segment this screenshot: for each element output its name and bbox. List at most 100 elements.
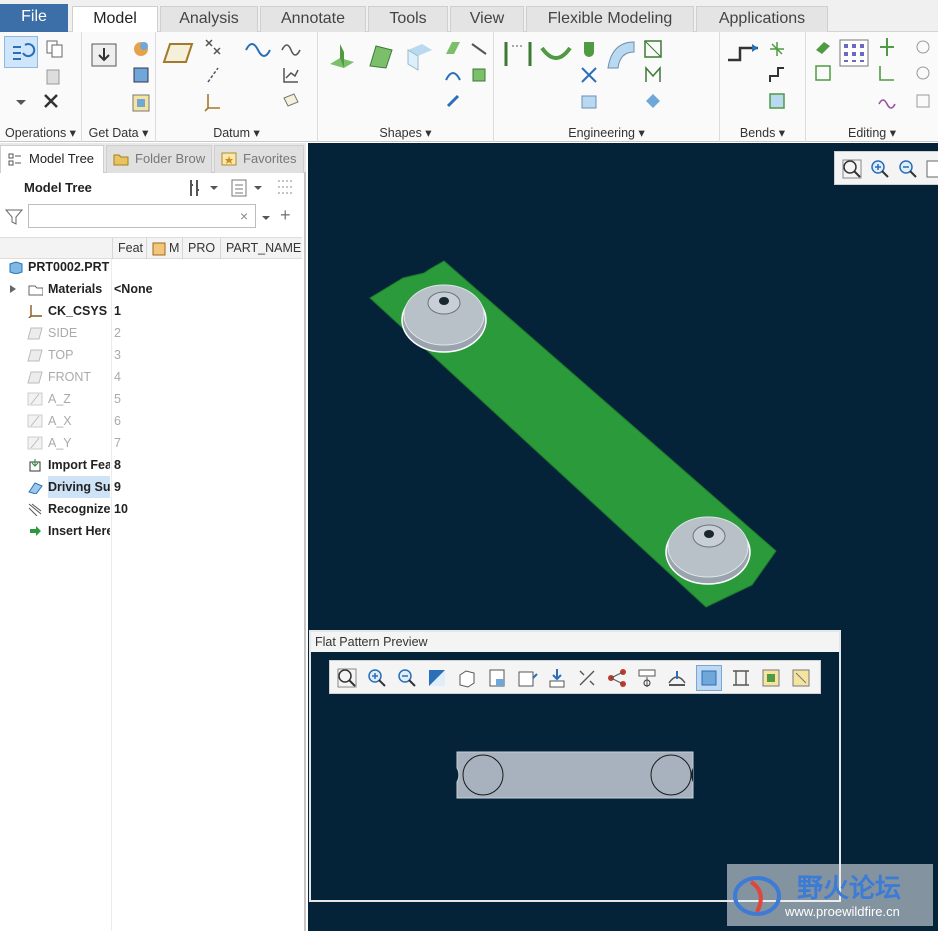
tab-analysis[interactable]: Analysis (160, 6, 258, 32)
group-label-bends[interactable]: Bends ▾ (720, 125, 805, 140)
add-filter-icon[interactable]: + (280, 206, 296, 224)
edge-bend-icon[interactable] (642, 64, 664, 86)
datum-display-icon[interactable] (546, 667, 568, 689)
zoom-out-icon[interactable] (897, 158, 919, 180)
tab-annotate[interactable]: Annotate (260, 6, 366, 32)
group-label-engineering[interactable]: Engineering ▾ (494, 125, 719, 140)
delete-icon[interactable] (40, 90, 62, 112)
trim-icon[interactable] (912, 36, 934, 58)
bend-tool-icon[interactable] (726, 40, 760, 70)
perspective-icon[interactable] (516, 667, 538, 689)
extend-icon[interactable] (912, 62, 934, 84)
dropdown-arrow-icon[interactable] (10, 90, 32, 112)
clear-icon[interactable]: × (240, 209, 254, 223)
flange-icon[interactable] (442, 38, 464, 60)
copy-icon[interactable] (44, 38, 66, 60)
expand-arrow-icon[interactable] (10, 285, 16, 293)
tree-item-import-feature[interactable]: Import Feat 8 (0, 454, 302, 476)
helical-sweep-icon[interactable] (442, 90, 464, 112)
deform-area-icon[interactable] (642, 90, 664, 112)
csys-display-icon[interactable] (636, 667, 658, 689)
tree-filter-settings-icon[interactable] (274, 177, 296, 199)
datum-point-icon[interactable] (202, 36, 224, 58)
group-label-get-data[interactable]: Get Data ▾ (82, 125, 155, 140)
tree-settings-icon[interactable] (186, 177, 208, 199)
tree-item-front[interactable]: FRONT 4 (0, 366, 302, 388)
project-icon[interactable] (876, 90, 898, 112)
shrinkwrap-icon[interactable] (130, 64, 152, 86)
tree-item-insert-here[interactable]: Insert Here (0, 520, 302, 542)
tree-search-input[interactable] (28, 204, 256, 228)
zoom-in-icon[interactable] (366, 667, 388, 689)
tree-item-materials[interactable]: Materials <None (0, 278, 302, 300)
tree-item-driving-surface[interactable]: Driving Sur 9 (0, 476, 302, 498)
export-icon[interactable] (790, 667, 812, 689)
zoom-out-icon[interactable] (396, 667, 418, 689)
rotational-blend-icon[interactable] (468, 64, 490, 86)
bend-icon[interactable] (502, 38, 534, 70)
filter-icon[interactable] (4, 207, 24, 227)
zoom-in-icon[interactable] (869, 158, 891, 180)
chevron-down-icon[interactable] (208, 179, 220, 201)
offset-plane-icon[interactable] (280, 90, 302, 112)
merge-edit-icon[interactable] (876, 62, 898, 84)
datum-axis-icon[interactable] (202, 64, 224, 86)
saved-orientation-icon[interactable] (456, 667, 478, 689)
copy-geometry-icon[interactable] (130, 38, 152, 60)
tree-item-a-z[interactable]: A_Z 5 (0, 388, 302, 410)
tree-item-csys[interactable]: CK_CSYS 1 (0, 300, 302, 322)
group-label-shapes[interactable]: Shapes ▾ (318, 125, 493, 140)
file-menu[interactable]: File (0, 4, 68, 32)
show-icon[interactable] (228, 177, 250, 199)
chevron-down-icon[interactable] (260, 209, 272, 231)
spin-center-icon[interactable] (696, 665, 722, 691)
sweep-icon[interactable] (404, 40, 436, 72)
tab-flexible-modeling[interactable]: Flexible Modeling (526, 6, 694, 32)
flat-pattern-shape[interactable] (311, 742, 839, 862)
axis-display-icon[interactable] (576, 667, 598, 689)
punch-icon[interactable] (578, 38, 600, 60)
mirror-icon[interactable] (876, 36, 898, 58)
regenerate-icon[interactable] (4, 36, 38, 68)
tab-tools[interactable]: Tools (368, 6, 448, 32)
sketch-icon[interactable] (244, 38, 272, 60)
revolve-icon[interactable] (364, 40, 396, 72)
split-area-icon[interactable] (812, 62, 834, 84)
datum-plane-icon[interactable] (162, 40, 194, 66)
tree-item-recognize[interactable]: Recognize 10 (0, 498, 302, 520)
corner-relief-icon[interactable] (642, 38, 664, 60)
graph-icon[interactable] (280, 64, 302, 86)
refit-icon[interactable] (841, 158, 863, 180)
extrude-icon[interactable] (326, 40, 358, 72)
tree-item-a-y[interactable]: A_Y 7 (0, 432, 302, 454)
tree-item-a-x[interactable]: A_X 6 (0, 410, 302, 432)
offset-icon[interactable] (912, 90, 934, 112)
layer-icon[interactable] (760, 667, 782, 689)
annotation-display-icon[interactable] (666, 667, 688, 689)
group-label-editing[interactable]: Editing ▾ (806, 125, 938, 140)
tree-item-side[interactable]: SIDE 2 (0, 322, 302, 344)
bend-back-icon[interactable] (766, 64, 788, 86)
die-icon[interactable] (578, 64, 600, 86)
point-display-icon[interactable] (606, 667, 628, 689)
part-3d-model[interactable] (308, 143, 938, 631)
coordinate-system-icon[interactable] (202, 90, 224, 112)
tab-model[interactable]: Model (72, 6, 158, 33)
repaint-icon[interactable] (925, 158, 938, 180)
merge-icon[interactable] (130, 92, 152, 114)
tab-applications[interactable]: Applications (696, 6, 828, 32)
view-manager-icon[interactable] (486, 667, 508, 689)
pattern-icon[interactable] (838, 38, 870, 68)
swept-blend-icon[interactable] (468, 38, 490, 60)
tab-favorites[interactable]: Favorites (214, 145, 304, 173)
tab-model-tree[interactable]: Model Tree (0, 145, 104, 173)
flatten-form-icon[interactable] (604, 38, 638, 72)
paste-icon[interactable] (44, 66, 66, 88)
shading-icon[interactable] (426, 667, 448, 689)
refit-icon[interactable] (336, 667, 358, 689)
tree-item-part[interactable]: PRT0002.PRT (0, 256, 302, 278)
tab-view[interactable]: View (450, 6, 524, 32)
group-label-operations[interactable]: Operations ▾ (0, 125, 81, 140)
form-icon[interactable] (540, 38, 572, 70)
datum-curve-icon[interactable] (280, 36, 302, 58)
